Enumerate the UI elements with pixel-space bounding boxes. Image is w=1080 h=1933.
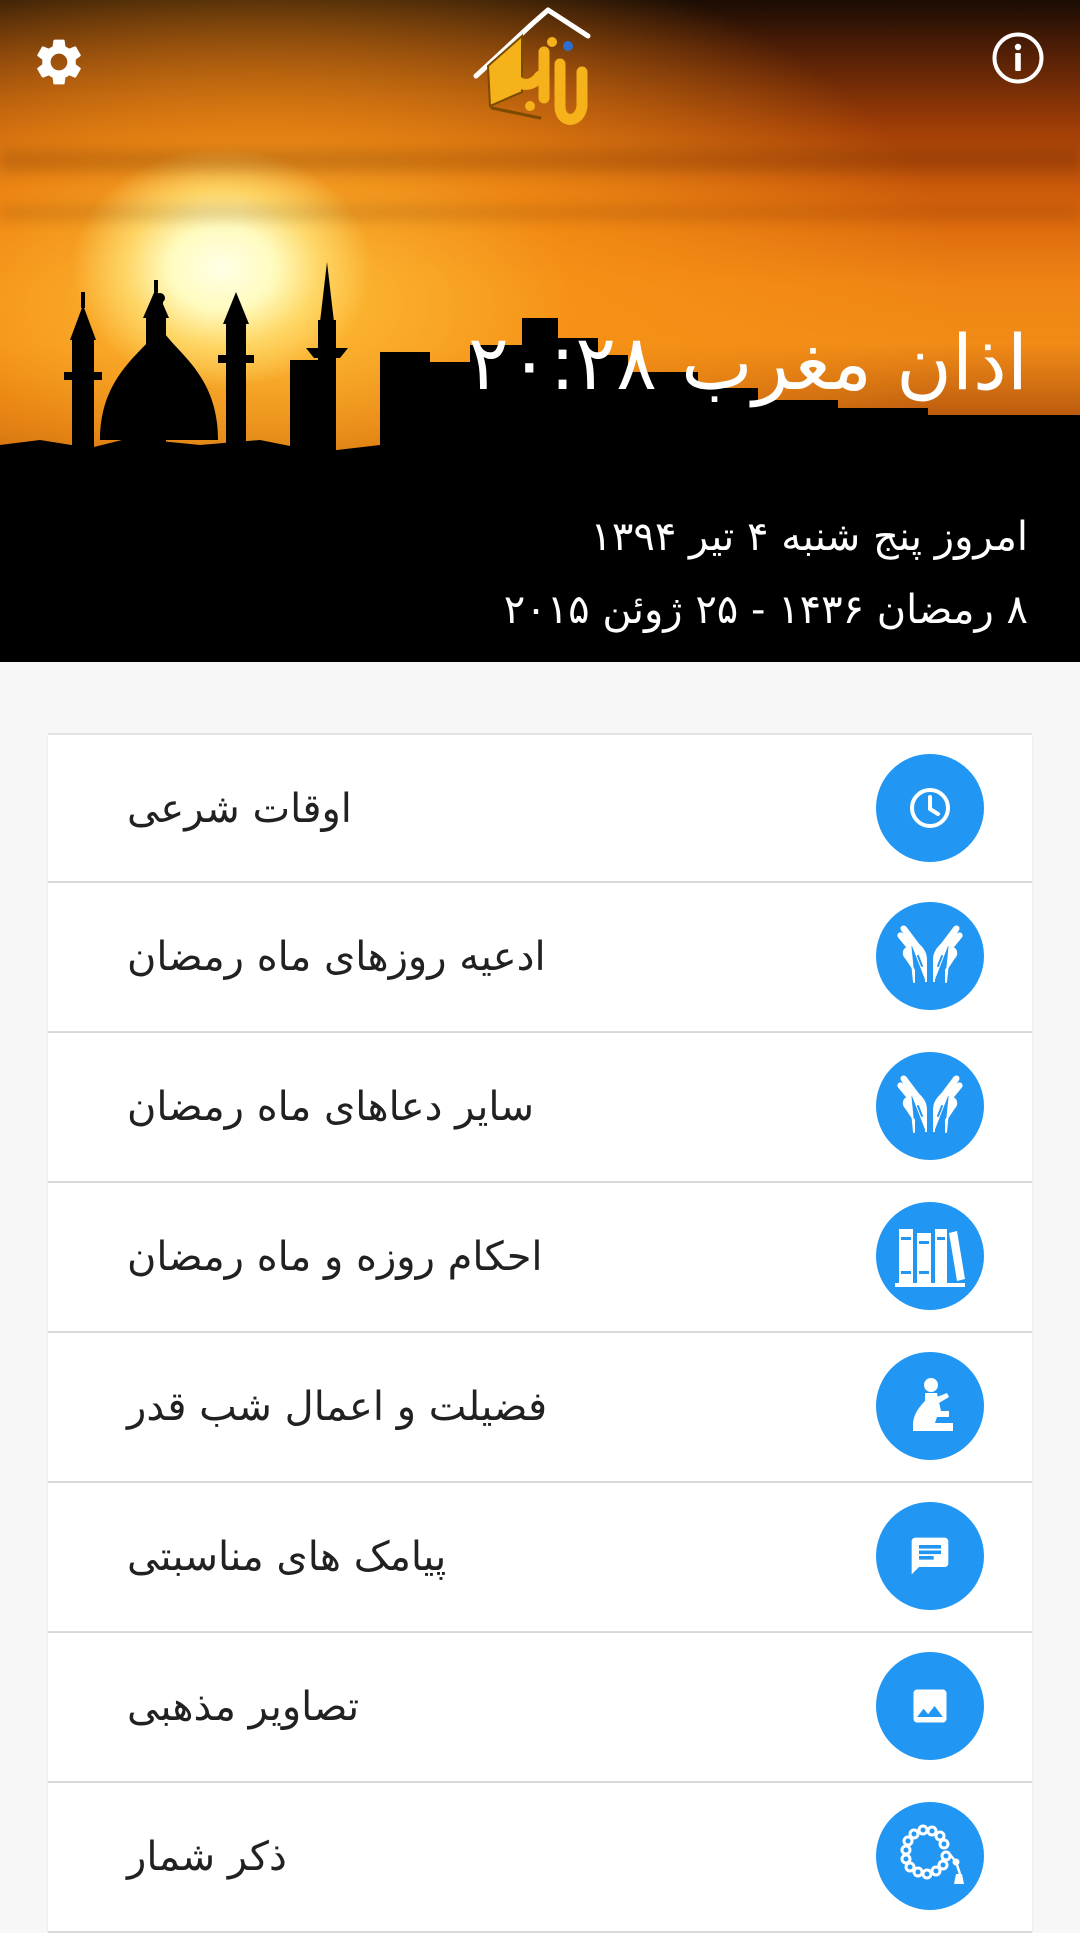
praying-person-icon bbox=[913, 1378, 953, 1431]
menu-icon-circle bbox=[876, 1352, 984, 1460]
hijri-gregorian-date: ۸ رمضان ۱۴۳۶ - ۲۵ ژوئن ۲۰۱۵ bbox=[503, 587, 1028, 633]
image-icon bbox=[913, 1689, 947, 1723]
menu-item-label: اوقات شرعی bbox=[127, 786, 352, 832]
persian-date: امروز پنج شنبه ۴ تیر ۱۳۹۴ bbox=[590, 514, 1028, 560]
menu-item-label: پیامک های مناسبتی bbox=[127, 1534, 447, 1580]
info-circle-icon bbox=[992, 32, 1044, 84]
settings-button[interactable] bbox=[30, 33, 88, 91]
menu-icon-circle bbox=[876, 1802, 984, 1910]
menu-item-ramadan-daily-prayers[interactable]: ادعیه روزهای ماه رمضان bbox=[48, 883, 1032, 1033]
prayer-beads-icon bbox=[900, 1824, 964, 1884]
main-menu: اوقات شرعی ادعیه روزهای ماه رمضان سایر د… bbox=[48, 733, 1032, 1933]
info-button[interactable] bbox=[990, 30, 1046, 86]
rabbana-logo bbox=[473, 7, 591, 125]
app-logo bbox=[470, 6, 602, 138]
menu-item-label: احکام روزه و ماه رمضان bbox=[127, 1234, 543, 1280]
gear-icon bbox=[37, 39, 81, 85]
menu-icon-circle bbox=[876, 902, 984, 1010]
menu-icon-circle bbox=[876, 1052, 984, 1160]
menu-icon-circle bbox=[876, 754, 984, 862]
menu-item-night-of-qadr[interactable]: فضیلت و اعمال شب قدر bbox=[48, 1333, 1032, 1483]
menu-icon-circle bbox=[876, 1652, 984, 1760]
menu-item-label: تصاویر مذهبی bbox=[127, 1684, 360, 1730]
menu-item-occasion-messages[interactable]: پیامک های مناسبتی bbox=[48, 1483, 1032, 1633]
azan-time: اذان مغرب ۲۰:۲۸ bbox=[468, 318, 1028, 407]
menu-icon-circle bbox=[876, 1202, 984, 1310]
menu-item-prayer-times[interactable]: اوقات شرعی bbox=[48, 733, 1032, 883]
message-icon bbox=[911, 1537, 949, 1575]
menu-icon-circle bbox=[876, 1502, 984, 1610]
books-icon bbox=[895, 1229, 965, 1287]
header: اذان مغرب ۲۰:۲۸ امروز پنج شنبه ۴ تیر ۱۳۹… bbox=[0, 0, 1080, 662]
clock-icon bbox=[910, 788, 950, 828]
menu-item-label: فضیلت و اعمال شب قدر bbox=[127, 1384, 548, 1430]
praying-hands-icon bbox=[897, 1075, 963, 1133]
menu-item-dhikr-counter[interactable]: ذکر شمار bbox=[48, 1783, 1032, 1933]
menu-item-religious-images[interactable]: تصاویر مذهبی bbox=[48, 1633, 1032, 1783]
menu-item-label: ذکر شمار bbox=[127, 1834, 287, 1880]
menu-item-fasting-rules[interactable]: احکام روزه و ماه رمضان bbox=[48, 1183, 1032, 1333]
menu-item-label: سایر دعاهای ماه رمضان bbox=[127, 1084, 535, 1130]
menu-item-label: ادعیه روزهای ماه رمضان bbox=[127, 934, 546, 980]
menu-item-other-ramadan-prayers[interactable]: سایر دعاهای ماه رمضان bbox=[48, 1033, 1032, 1183]
praying-hands-icon bbox=[897, 925, 963, 983]
